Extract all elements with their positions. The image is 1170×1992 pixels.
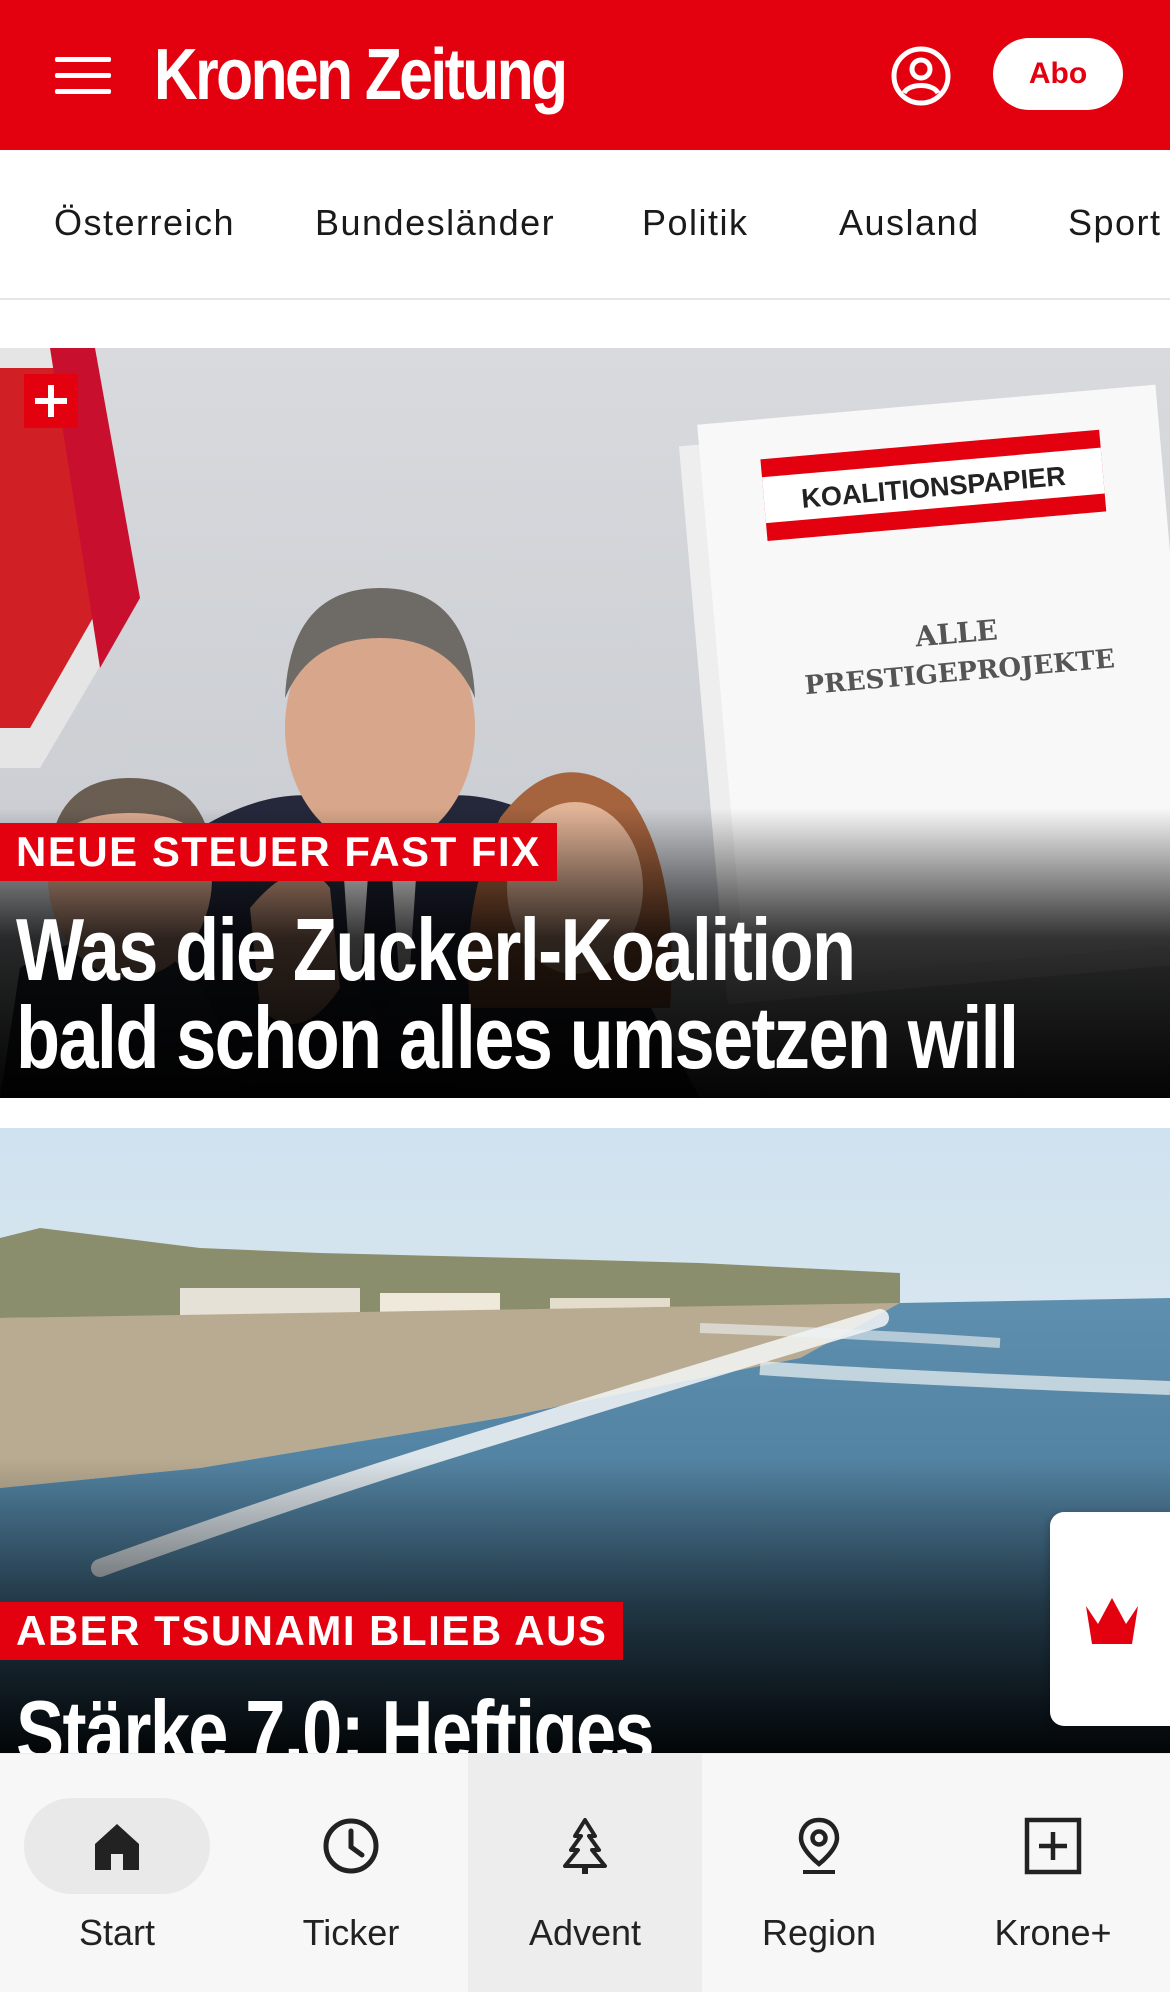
- category-nav: Österreich Bundesländer Politik Ausland …: [0, 150, 1170, 300]
- krone-floating-button[interactable]: [1050, 1512, 1170, 1726]
- tab-region-label: Region: [761, 1912, 877, 1953]
- article-card-coalition[interactable]: KOALITIONSPAPIER ALLE PRESTIGEPROJEKTE N…: [0, 348, 1170, 1098]
- abo-button[interactable]: Abo: [993, 38, 1123, 110]
- article-headline-line2: bald schon alles umsetzen will: [16, 988, 1019, 1087]
- app-screen: Kronen Zeitung Abo Österreich Bundesländ…: [0, 0, 1170, 1992]
- account-icon[interactable]: [890, 45, 952, 107]
- top-bar: Kronen Zeitung Abo: [0, 0, 1170, 150]
- brand-logo[interactable]: Kronen Zeitung: [154, 30, 568, 120]
- tab-start-label: Start: [78, 1912, 156, 1953]
- category-bundeslaender[interactable]: Bundesländer: [315, 202, 555, 244]
- article-card-earthquake[interactable]: ABER TSUNAMI BLIEB AUS Stärke 7,0: Hefti…: [0, 1128, 1170, 1753]
- tab-kroneplus[interactable]: Krone+: [936, 1754, 1170, 1992]
- article-kicker: NEUE STEUER FAST FIX: [0, 823, 557, 881]
- home-icon: [95, 1824, 139, 1870]
- premium-plus-icon: [24, 374, 78, 428]
- category-ausland[interactable]: Ausland: [839, 202, 980, 244]
- tab-advent[interactable]: Advent: [468, 1754, 702, 1992]
- category-oesterreich[interactable]: Österreich: [54, 202, 235, 244]
- tab-start[interactable]: Start: [0, 1754, 234, 1992]
- category-politik[interactable]: Politik: [642, 202, 749, 244]
- tab-ticker-label: Ticker: [302, 1912, 400, 1953]
- tab-advent-label: Advent: [528, 1912, 642, 1953]
- clock-icon: [323, 1818, 379, 1874]
- tab-region[interactable]: Region: [702, 1754, 936, 1992]
- plus-box-icon: [1024, 1817, 1082, 1875]
- crown-icon: [1086, 1598, 1138, 1644]
- bottom-navigation: Start Ticker Advent Region Krone+: [0, 1753, 1170, 1992]
- menu-icon[interactable]: [55, 55, 111, 97]
- tab-kroneplus-label: Krone+: [994, 1912, 1112, 1953]
- article-headline-line1: Stärke 7,0: Heftiges: [16, 1682, 655, 1754]
- article-headline-line1: Was die Zuckerl-Koalition: [16, 900, 856, 999]
- location-pin-icon: [798, 1817, 840, 1874]
- tab-ticker[interactable]: Ticker: [234, 1754, 468, 1992]
- tree-icon: [563, 1818, 607, 1874]
- article-kicker: ABER TSUNAMI BLIEB AUS: [0, 1602, 624, 1660]
- category-sport[interactable]: Sport: [1068, 202, 1162, 244]
